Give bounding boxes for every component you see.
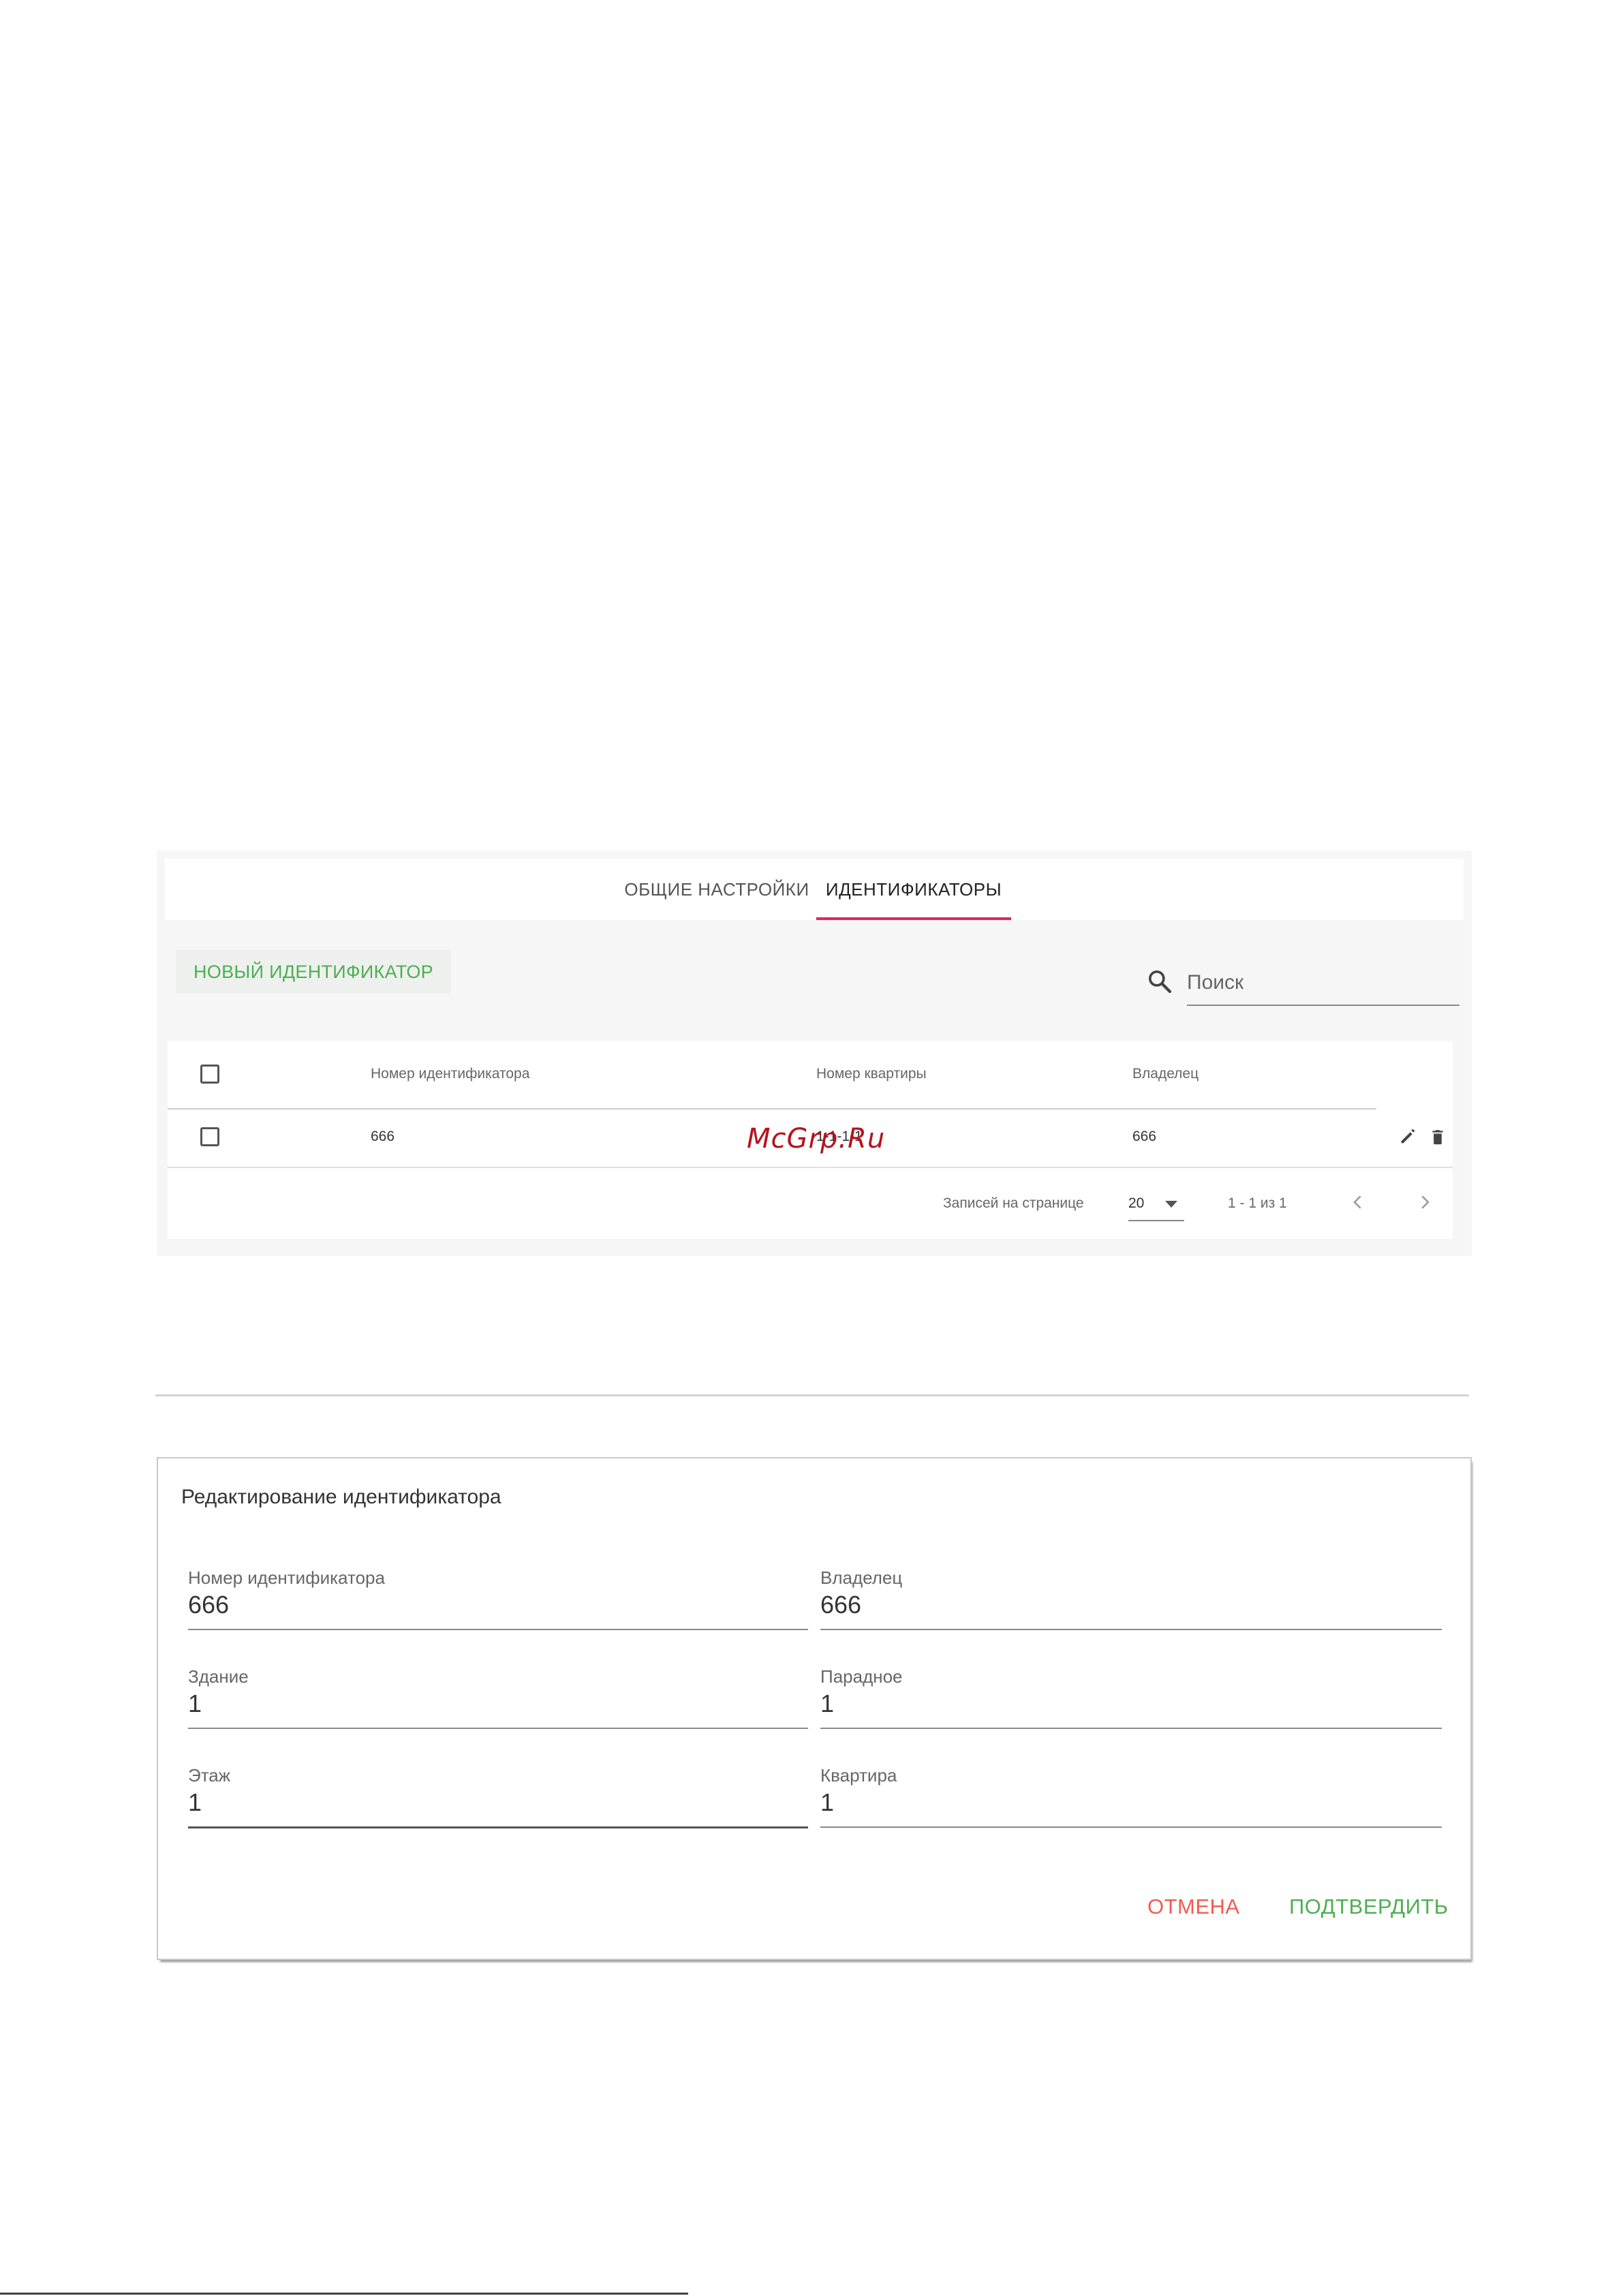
new-identifier-button[interactable]: НОВЫЙ ИДЕНТИФИКАТОР — [176, 950, 451, 994]
select-all-checkbox[interactable] — [200, 1065, 219, 1084]
pagination-range: 1 - 1 из 1 — [1228, 1195, 1287, 1211]
owner-field[interactable]: Владелец 666 — [820, 1567, 1442, 1656]
building-field[interactable]: Здание 1 — [188, 1666, 808, 1755]
dropdown-arrow-icon — [1165, 1201, 1177, 1208]
confirm-button[interactable]: ПОДТВЕРДИТЬ — [1289, 1895, 1449, 1919]
edit-identifier-dialog: Редактирование идентификатора Номер иден… — [158, 1458, 1470, 1959]
building-input[interactable]: 1 — [188, 1689, 808, 1729]
building-label: Здание — [188, 1666, 249, 1687]
table-row[interactable]: 666 1-1-1-1 McGrp.Ru 666 — [168, 1108, 1453, 1168]
column-header-owner[interactable]: Владелец — [1132, 1066, 1199, 1082]
identifiers-table: Номер идентификатора Номер квартиры Влад… — [168, 1041, 1453, 1239]
apartment-input[interactable]: 1 — [820, 1788, 1442, 1828]
section-divider — [155, 1394, 1469, 1396]
identifiers-screen: ОБЩИЕ НАСТРОЙКИ ИДЕНТИФИКАТОРЫ НОВЫЙ ИДЕ… — [157, 851, 1472, 1256]
delete-icon[interactable] — [1428, 1127, 1447, 1146]
tab-identifiers[interactable]: ИДЕНТИФИКАТОРЫ — [816, 859, 1011, 920]
search-box — [1146, 961, 1459, 1010]
id-number-field[interactable]: Номер идентификатора 666 — [188, 1567, 808, 1656]
rows-per-page-value: 20 — [1128, 1195, 1145, 1211]
entrance-field[interactable]: Парадное 1 — [820, 1666, 1442, 1755]
search-input[interactable] — [1187, 961, 1459, 1006]
dialog-title: Редактирование идентификатора — [181, 1486, 501, 1508]
cancel-button[interactable]: ОТМЕНА — [1147, 1895, 1240, 1919]
edit-icon[interactable] — [1398, 1127, 1417, 1146]
column-header-id-number[interactable]: Номер идентификатора — [371, 1066, 529, 1082]
owner-label: Владелец — [820, 1567, 903, 1588]
toolbar: НОВЫЙ ИДЕНТИФИКАТОР — [165, 920, 1464, 1043]
id-number-input[interactable]: 666 — [188, 1591, 808, 1630]
apartment-label: Квартира — [820, 1765, 897, 1786]
floor-input[interactable]: 1 — [188, 1788, 808, 1828]
chevron-right-icon[interactable] — [1415, 1190, 1435, 1214]
column-header-apartment[interactable]: Номер квартиры — [816, 1066, 927, 1082]
owner-input[interactable]: 666 — [820, 1591, 1442, 1630]
table-header: Номер идентификатора Номер квартиры Влад… — [168, 1041, 1376, 1109]
footer-rule — [0, 2293, 688, 2295]
id-number-label: Номер идентификатора — [188, 1567, 385, 1588]
chevron-left-icon[interactable] — [1348, 1190, 1368, 1214]
rows-per-page-label: Записей на странице — [943, 1195, 1084, 1211]
search-icon — [1149, 970, 1172, 994]
tab-general-settings[interactable]: ОБЩИЕ НАСТРОЙКИ — [621, 859, 812, 920]
floor-label: Этаж — [188, 1765, 231, 1786]
pagination: Записей на странице 20 1 - 1 из 1 — [168, 1167, 1453, 1239]
floor-field[interactable]: Этаж 1 — [188, 1765, 808, 1854]
rows-per-page-select[interactable]: 20 — [1128, 1186, 1184, 1221]
entrance-label: Парадное — [820, 1666, 903, 1687]
cell-id-number: 666 — [371, 1129, 395, 1144]
apartment-field[interactable]: Квартира 1 — [820, 1765, 1442, 1854]
cell-owner: 666 — [1132, 1129, 1157, 1144]
row-checkbox[interactable] — [200, 1127, 219, 1146]
tabs-bar: ОБЩИЕ НАСТРОЙКИ ИДЕНТИФИКАТОРЫ — [165, 859, 1464, 920]
entrance-input[interactable]: 1 — [820, 1689, 1442, 1729]
watermark-logo: McGrp.Ru — [747, 1123, 886, 1154]
